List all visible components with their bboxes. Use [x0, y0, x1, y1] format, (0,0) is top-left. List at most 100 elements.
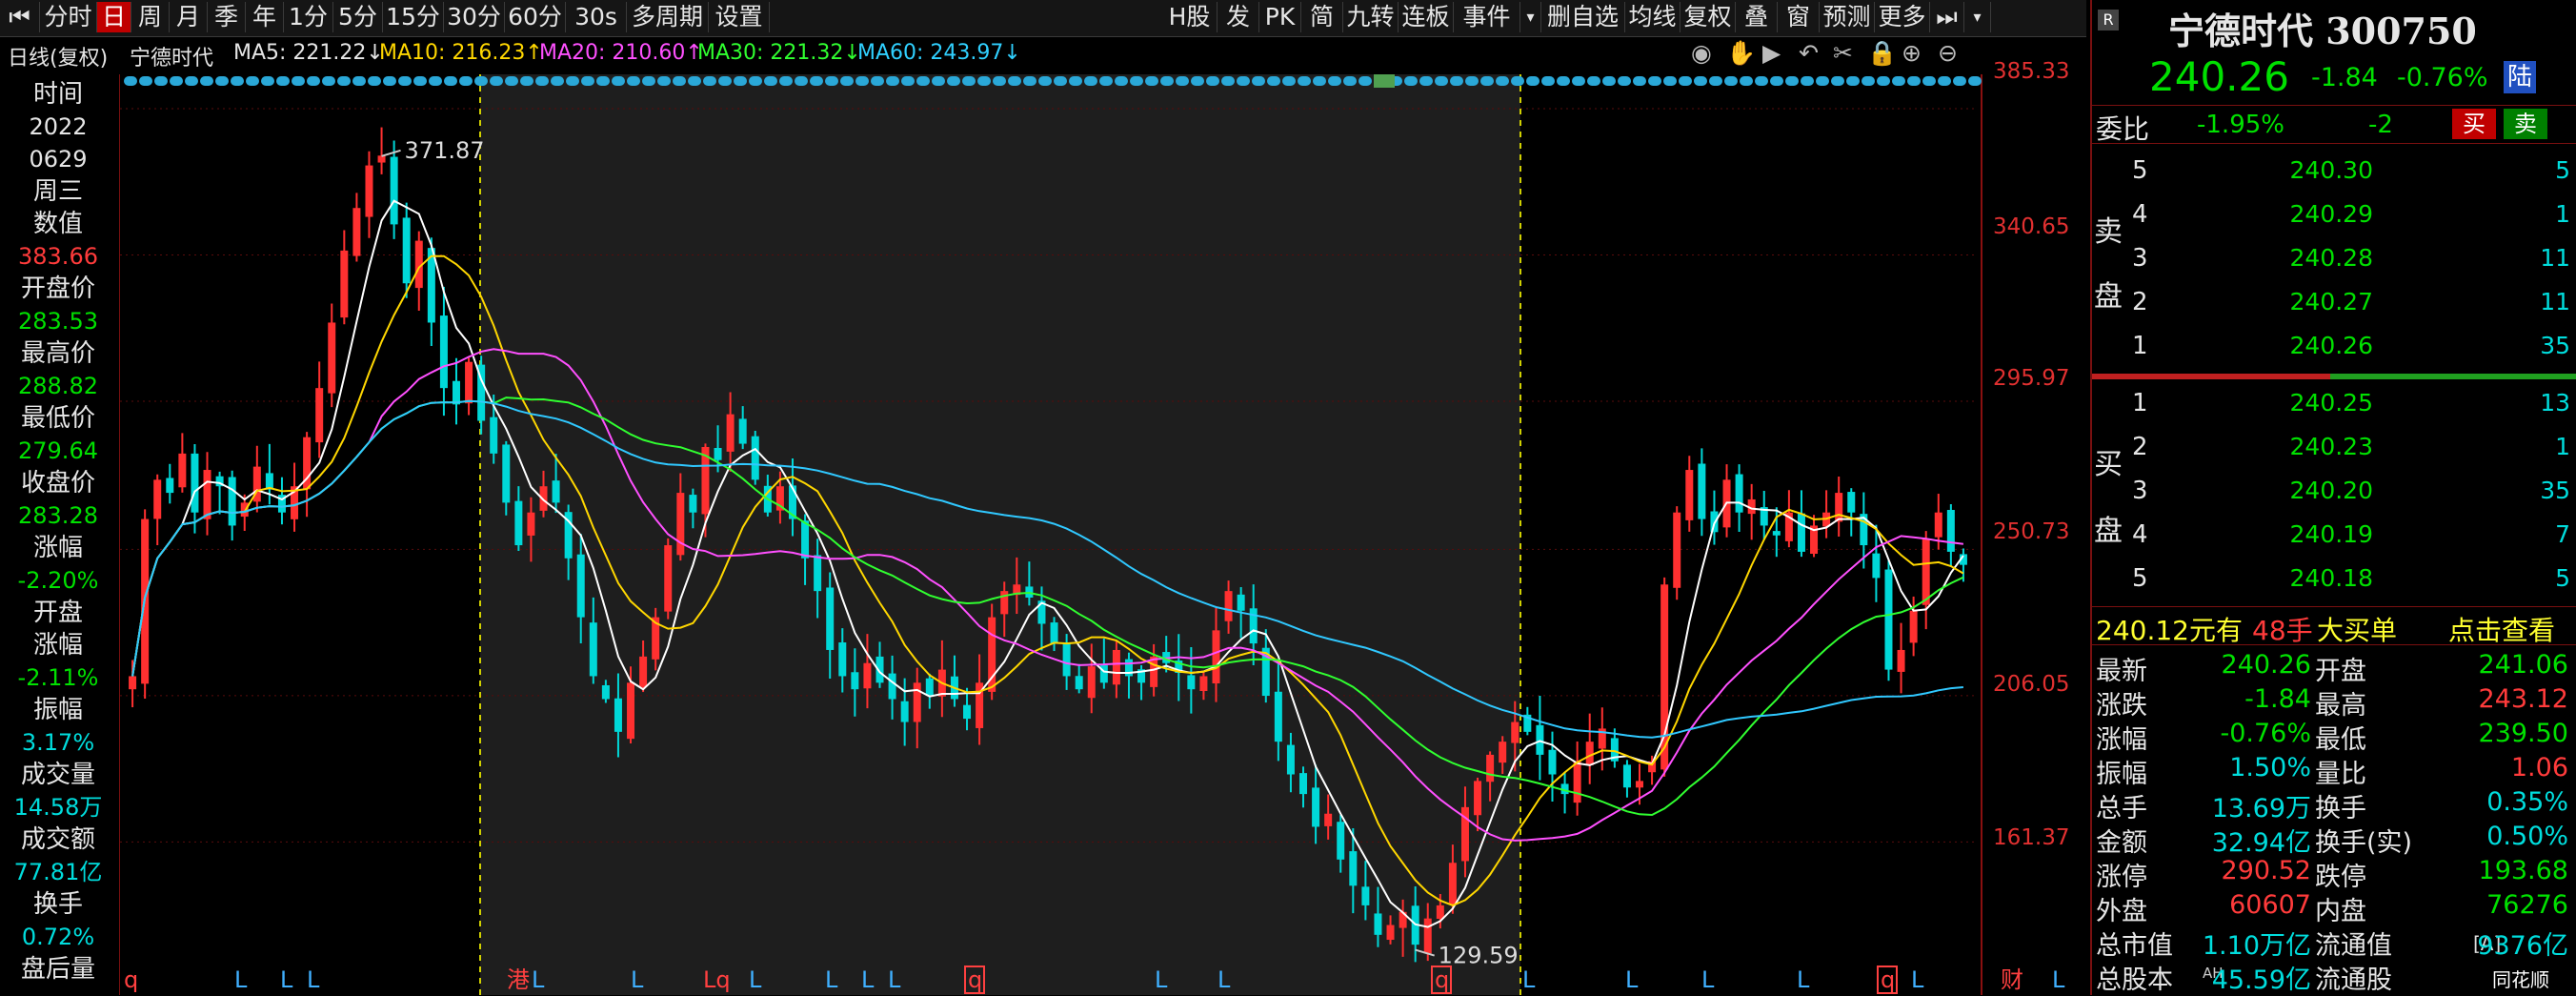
collapse-panel-icon[interactable]: ⏮	[0, 2, 40, 32]
bids-price-3[interactable]: 240.19	[2244, 520, 2373, 548]
play-icon[interactable]: ▶	[1762, 39, 1781, 67]
tool-button-8[interactable]: 均线	[1625, 2, 1680, 32]
event-marker	[688, 76, 701, 86]
event-marker	[124, 76, 137, 86]
kline-chart[interactable]: 371.87129.59q L L L 港 L L Lq L L L Lq L Lq L L L Lq L 财 L	[120, 74, 2092, 995]
event-marker	[1922, 76, 1936, 86]
period-tab-10[interactable]: 60分	[505, 2, 566, 32]
period-tab-5[interactable]: 年	[246, 2, 284, 32]
sell-button[interactable]: 卖	[2504, 109, 2547, 139]
event-marker	[1054, 76, 1067, 86]
info-open: 283.53	[18, 308, 98, 335]
tool-button-4[interactable]: 九转	[1343, 2, 1399, 32]
event-marker-18: L	[1701, 966, 1715, 993]
quote-panel: R 宁德时代 300750 240.26 -1.84 -0.76% 陆 委比 -…	[2090, 0, 2576, 995]
expand-panel-icon[interactable]: ⏭	[1930, 2, 1964, 32]
event-marker	[1953, 76, 1966, 86]
bids-price-2[interactable]: 240.20	[2244, 477, 2373, 504]
stat-label-7: 外盘	[2096, 897, 2147, 926]
tool-button-0[interactable]: H股	[1162, 2, 1218, 32]
buy-button[interactable]: 买	[2452, 109, 2496, 139]
stat-value2-5: 0.50%	[2486, 822, 2568, 851]
big-order-price[interactable]: 240.12元有	[2096, 610, 2243, 648]
tool-button-3[interactable]: 简	[1301, 2, 1343, 32]
asks-price-3[interactable]: 240.27	[2244, 288, 2373, 315]
tool-button-6[interactable]: 事件	[1454, 2, 1520, 32]
y-tick-2: 295.97	[1993, 366, 2070, 391]
event-marker-2: L	[280, 966, 293, 993]
event-marker	[1465, 76, 1479, 86]
event-marker	[1343, 76, 1357, 86]
event-marker	[932, 76, 945, 86]
stock-title: 宁德时代 300750	[2168, 10, 2477, 52]
period-tab-1[interactable]: 日	[97, 2, 131, 32]
period-tab-7[interactable]: 5分	[333, 2, 383, 32]
buy-side-label: 买	[2094, 448, 2123, 481]
event-marker-17: L	[1625, 966, 1639, 993]
chevron-down-icon[interactable]: ▾	[1964, 2, 1991, 32]
tool-button-5[interactable]: 连板	[1399, 2, 1454, 32]
period-tab-9[interactable]: 30分	[444, 2, 505, 32]
asks-price-2[interactable]: 240.28	[2244, 244, 2373, 272]
event-marker	[703, 76, 716, 86]
period-tab-6[interactable]: 1分	[284, 2, 333, 32]
stat-value2-2: 239.50	[2478, 719, 2568, 748]
chevron-down-icon[interactable]: ▾	[1520, 2, 1541, 32]
period-tab-11[interactable]: 30s	[566, 2, 627, 32]
tool-button-7[interactable]: 删自选	[1541, 2, 1625, 32]
period-tab-3[interactable]: 月	[170, 2, 208, 32]
bids-price-1[interactable]: 240.23	[2244, 433, 2373, 460]
period-tab-0[interactable]: 分时	[40, 2, 97, 32]
stat-value-9: 45.59亿	[2211, 966, 2311, 995]
candle-body-27	[465, 361, 473, 404]
tool-button-12[interactable]: 预测	[1820, 2, 1875, 32]
high-label: 最高价	[20, 339, 95, 368]
tool-button-11[interactable]: 窗	[1778, 2, 1820, 32]
period-tab-2[interactable]: 周	[131, 2, 170, 32]
price-change-pct: -0.76%	[2397, 63, 2488, 92]
tool-button-13[interactable]: 更多	[1875, 2, 1930, 32]
info-year: 2022	[29, 113, 88, 140]
candle-body-120	[1622, 764, 1631, 788]
sell-side-label: 卖	[2094, 215, 2123, 249]
info-vol: 14.58万	[13, 794, 103, 821]
bids-price-4[interactable]: 240.18	[2244, 564, 2373, 592]
candle-body-38	[601, 684, 610, 700]
hand-icon[interactable]: ✋	[1726, 39, 1756, 68]
big-order-type[interactable]: 大买单	[2317, 610, 2397, 648]
eye-icon[interactable]: ◉	[1691, 39, 1712, 67]
asks-price-1[interactable]: 240.29	[2244, 200, 2373, 228]
big-order-qty[interactable]: 48手	[2252, 610, 2313, 648]
zoom-in-icon[interactable]: ⊕	[1902, 39, 1922, 67]
candle-body-49	[738, 418, 747, 444]
asks-price-4[interactable]: 240.26	[2244, 332, 2373, 359]
big-order-view-link[interactable]: 点击查看	[2448, 610, 2555, 648]
tool-button-10[interactable]: 叠	[1736, 2, 1778, 32]
period-tab-8[interactable]: 15分	[383, 2, 444, 32]
bids-price-0[interactable]: 240.25	[2244, 389, 2373, 417]
candle-body-117	[1585, 742, 1594, 765]
event-marker	[1328, 76, 1341, 86]
candle-body-59	[863, 662, 872, 689]
zoom-out-icon[interactable]: ⊖	[1938, 39, 1958, 67]
scissors-icon[interactable]: ✂	[1833, 39, 1853, 67]
asks-price-0[interactable]: 240.30	[2244, 156, 2373, 184]
event-marker-3: L	[307, 966, 320, 993]
lock-icon[interactable]: 🔒	[1867, 39, 1897, 68]
period-tab-12[interactable]: 多周期	[627, 2, 709, 32]
event-marker	[1724, 76, 1738, 86]
stat-label-8: 总市值	[2096, 931, 2173, 961]
tool-button-9[interactable]: 复权	[1680, 2, 1736, 32]
event-marker	[901, 76, 915, 86]
event-marker	[977, 76, 991, 86]
period-tab-13[interactable]: 设置	[709, 2, 770, 32]
event-marker	[1862, 76, 1875, 86]
period-label[interactable]: 日线(复权)	[8, 41, 108, 71]
period-tab-4[interactable]: 季	[208, 2, 246, 32]
event-marker	[1907, 76, 1921, 86]
tool-button-1[interactable]: 发	[1218, 2, 1259, 32]
event-marker	[1298, 76, 1311, 86]
tool-button-2[interactable]: PK	[1259, 2, 1301, 32]
sell-side-label-2: 盘	[2094, 280, 2123, 314]
undo-icon[interactable]: ↶	[1799, 39, 1819, 67]
